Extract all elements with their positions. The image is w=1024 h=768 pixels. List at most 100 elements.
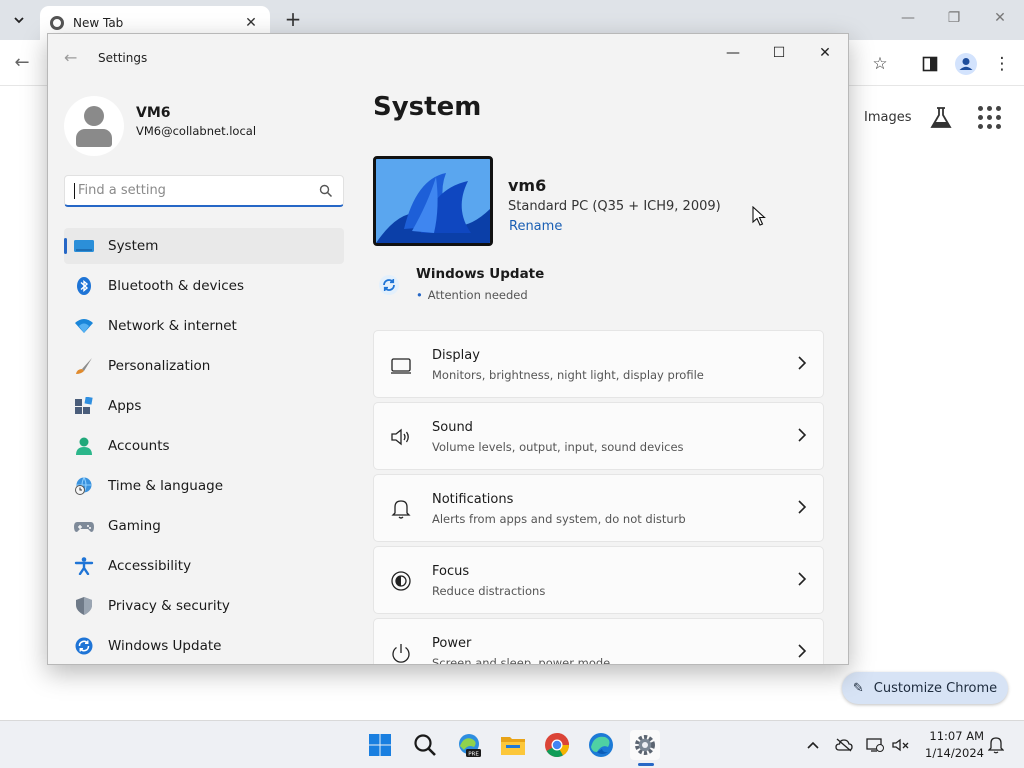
windows-update-title[interactable]: Windows Update (416, 266, 544, 282)
chevron-right-icon (798, 356, 807, 370)
taskbar-settings[interactable] (630, 730, 660, 760)
taskbar-edge[interactable] (586, 730, 616, 760)
card-sound[interactable]: Sound Volume levels, output, input, soun… (373, 402, 824, 470)
windows-update-icon (75, 637, 93, 655)
settings-cards: Display Monitors, brightness, night ligh… (373, 330, 824, 665)
nav-item-network[interactable]: Network & internet (64, 308, 344, 344)
windows-bloom-icon (376, 159, 490, 243)
settings-search-input[interactable] (76, 176, 306, 205)
nav-item-personalization[interactable]: Personalization (64, 348, 344, 384)
card-power[interactable]: Power Screen and sleep, power mode (373, 618, 824, 665)
power-icon (392, 644, 410, 663)
chevron-down-icon (14, 16, 24, 23)
settings-window: ← Settings — ☐ ✕ VM6 VM6@collabnet.local… (47, 33, 849, 665)
settings-window-title: Settings (98, 51, 148, 65)
card-subtitle: Reduce distractions (432, 584, 546, 598)
bluetooth-icon (77, 277, 91, 295)
nav-label: Accounts (108, 438, 170, 454)
ntp-images-link[interactable]: Images (864, 110, 912, 125)
nav-label: Apps (108, 398, 142, 414)
active-app-indicator (638, 763, 654, 766)
taskbar-chrome[interactable] (542, 730, 572, 760)
tray-overflow-chevron-icon[interactable] (804, 736, 822, 754)
network-status-icon[interactable] (866, 736, 884, 754)
monitor-icon (74, 240, 94, 252)
settings-maximize-button[interactable]: ☐ (759, 40, 799, 66)
nav-item-windows-update[interactable]: Windows Update (64, 628, 344, 664)
notification-bell-icon[interactable] (987, 736, 1005, 754)
profile-avatar-icon[interactable] (954, 52, 978, 76)
user-avatar[interactable] (64, 96, 124, 156)
volume-muted-icon[interactable] (892, 736, 910, 754)
clock-time[interactable]: 11:07 AM (926, 729, 984, 743)
taskbar-edge-preview[interactable]: PRE (454, 730, 484, 760)
bookmark-star-icon[interactable]: ☆ (868, 52, 892, 76)
status-dot-icon: • (416, 288, 423, 302)
browser-close-button[interactable]: ✕ (988, 10, 1012, 30)
bell-icon (391, 500, 411, 519)
mouse-cursor-icon (752, 206, 766, 226)
gamepad-icon (74, 522, 94, 532)
new-tab-button[interactable]: + (282, 8, 304, 30)
card-subtitle: Screen and sleep, power mode (432, 656, 611, 665)
card-display[interactable]: Display Monitors, brightness, night ligh… (373, 330, 824, 398)
chevron-right-icon (798, 500, 807, 514)
speaker-icon (391, 428, 409, 446)
settings-titlebar[interactable]: ← Settings — ☐ ✕ (48, 34, 848, 82)
nav-item-gaming[interactable]: Gaming (64, 508, 344, 544)
tab-close-icon[interactable]: ✕ (242, 15, 260, 31)
nav-item-apps[interactable]: Apps (64, 388, 344, 424)
card-notifications[interactable]: Notifications Alerts from apps and syste… (373, 474, 824, 542)
device-name: vm6 (508, 176, 547, 195)
nav-item-accounts[interactable]: Accounts (64, 428, 344, 464)
page-title: System (373, 92, 482, 122)
card-title: Power (432, 636, 472, 651)
taskbar-search-button[interactable] (410, 730, 440, 760)
customize-chrome-button[interactable]: ✎ Customize Chrome (842, 672, 1008, 704)
device-model: Standard PC (Q35 + ICH9, 2009) (508, 199, 721, 214)
browser-back-button[interactable]: ← (10, 52, 34, 74)
chrome-menu-icon[interactable]: ⋮ (990, 52, 1014, 76)
globe-clock-icon (75, 477, 92, 495)
taskbar-file-explorer[interactable] (498, 730, 528, 760)
nav-item-time-language[interactable]: Time & language (64, 468, 344, 504)
clock-date[interactable]: 1/14/2024 (920, 746, 984, 760)
card-title: Focus (432, 564, 470, 579)
side-panel-icon[interactable] (918, 52, 942, 76)
card-subtitle: Volume levels, output, input, sound devi… (432, 440, 684, 454)
nav-item-bluetooth[interactable]: Bluetooth & devices (64, 268, 344, 304)
shield-icon (76, 597, 92, 615)
card-focus[interactable]: Focus Reduce distractions (373, 546, 824, 614)
accounts-icon (76, 437, 92, 455)
taskbar-start-button[interactable] (365, 730, 395, 760)
card-subtitle: Alerts from apps and system, do not dist… (432, 512, 686, 526)
chevron-right-icon (798, 572, 807, 586)
browser-minimize-button[interactable]: — (896, 10, 920, 30)
nav-label: System (108, 238, 159, 254)
nav-item-accessibility[interactable]: Accessibility (64, 548, 344, 584)
nav-item-system[interactable]: System (64, 228, 344, 264)
nav-label: Privacy & security (108, 598, 230, 614)
display-icon (391, 358, 411, 374)
labs-flask-icon[interactable] (930, 106, 954, 132)
edge-preview-icon: PRE (459, 734, 481, 758)
wifi-icon (75, 319, 93, 333)
nav-item-privacy[interactable]: Privacy & security (64, 588, 344, 624)
settings-close-button[interactable]: ✕ (805, 40, 845, 66)
settings-minimize-button[interactable]: — (713, 40, 753, 66)
google-apps-icon[interactable] (978, 106, 1002, 130)
settings-search-box[interactable] (64, 175, 344, 207)
tab-search-button[interactable] (6, 7, 32, 33)
rename-link[interactable]: Rename (509, 219, 562, 234)
profile-email: VM6@collabnet.local (136, 124, 257, 138)
nav-label: Windows Update (108, 638, 222, 654)
browser-restore-button[interactable]: ❐ (942, 10, 966, 30)
onedrive-offline-icon[interactable] (835, 736, 853, 754)
apps-icon (75, 397, 93, 414)
nav-label: Network & internet (108, 318, 237, 334)
windows-update-icon[interactable] (378, 274, 400, 296)
profile-name: VM6 (136, 105, 171, 121)
nav-label: Accessibility (108, 558, 192, 574)
settings-back-icon[interactable]: ← (64, 48, 77, 67)
chrome-icon (545, 733, 569, 758)
